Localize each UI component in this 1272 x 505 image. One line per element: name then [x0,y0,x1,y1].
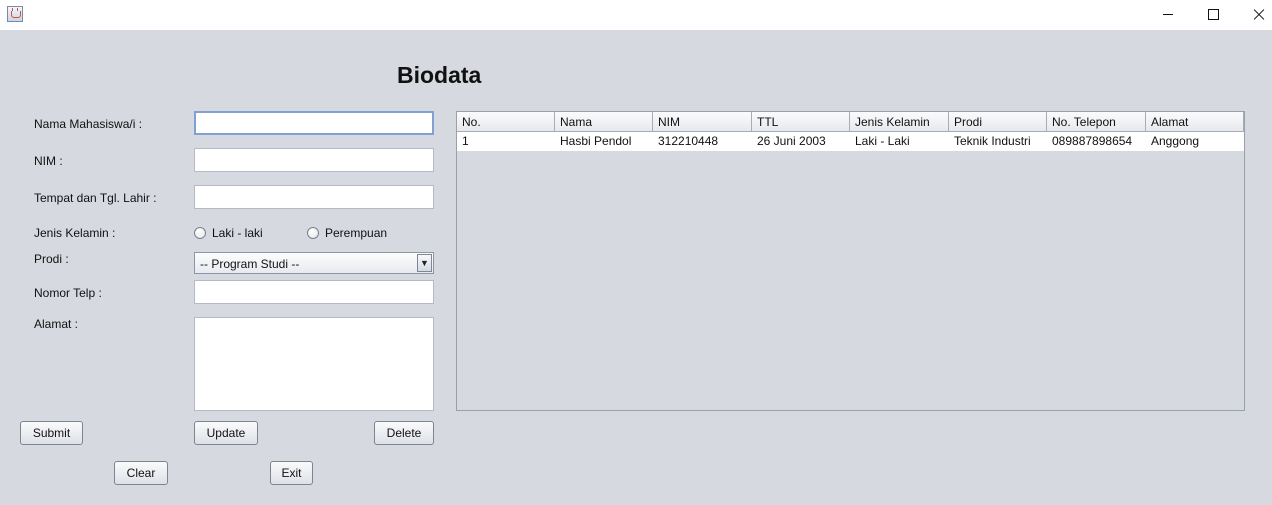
title-bar [0,0,1272,30]
radio-laki-laki[interactable]: Laki - laki [194,225,263,241]
table-row[interactable]: 1 Hasbi Pendol 312210448 26 Juni 2003 La… [457,132,1244,151]
column-header-alamat[interactable]: Alamat [1146,112,1244,132]
radio-circle-icon[interactable] [307,227,319,239]
column-header-ttl[interactable]: TTL [752,112,850,132]
ttl-label: Tempat dan Tgl. Lahir : [34,191,157,205]
ttl-input[interactable] [194,185,434,209]
column-header-nama[interactable]: Nama [555,112,653,132]
prodi-label: Prodi : [34,252,69,266]
table-cell: 312210448 [658,134,719,148]
alamat-label: Alamat : [34,317,79,331]
chevron-down-icon[interactable]: ▼ [417,254,432,272]
telp-label: Nomor Telp : [34,286,102,300]
column-header-no[interactable]: No. [457,112,555,132]
radio-perempuan[interactable]: Perempuan [307,225,387,241]
radio-perempuan-label: Perempuan [325,226,388,240]
nama-label: Nama Mahasiswa/i : [34,117,143,131]
maximize-icon[interactable] [1190,0,1236,30]
page-title: Biodata [397,62,482,88]
java-cup-icon [7,6,23,22]
table-cell: 26 Juni 2003 [757,134,826,148]
table-cell: 089887898654 [1052,134,1133,148]
close-icon[interactable] [1236,0,1272,30]
prodi-selected-value: -- Program Studi -- [200,257,300,271]
table-cell: Anggong [1151,134,1200,148]
jenis-kelamin-label: Jenis Kelamin : [34,226,116,240]
column-header-jenis-kelamin[interactable]: Jenis Kelamin [850,112,949,132]
clear-button[interactable]: Clear [114,461,168,485]
column-header-nim[interactable]: NIM [653,112,752,132]
nama-input[interactable] [194,111,434,135]
biodata-table[interactable]: No. Nama NIM TTL Jenis Kelamin Prodi No.… [456,111,1245,411]
minimize-icon[interactable] [1145,0,1191,30]
column-header-prodi[interactable]: Prodi [949,112,1047,132]
delete-button[interactable]: Delete [374,421,434,445]
exit-button[interactable]: Exit [270,461,313,485]
table-cell: 1 [462,134,469,148]
prodi-select[interactable]: -- Program Studi -- ▼ [194,252,434,274]
table-cell: Laki - Laki [855,134,910,148]
alamat-textarea[interactable] [194,317,434,411]
nim-label: NIM : [34,154,63,168]
radio-laki-laki-label: Laki - laki [212,226,263,240]
table-cell: Teknik Industri [954,134,1031,148]
update-button[interactable]: Update [194,421,258,445]
table-cell: Hasbi Pendol [560,134,632,148]
table-header: No. Nama NIM TTL Jenis Kelamin Prodi No.… [457,112,1244,132]
submit-button[interactable]: Submit [20,421,83,445]
nim-input[interactable] [194,148,434,172]
column-header-no-telepon[interactable]: No. Telepon [1047,112,1146,132]
telp-input[interactable] [194,280,434,304]
radio-circle-icon[interactable] [194,227,206,239]
